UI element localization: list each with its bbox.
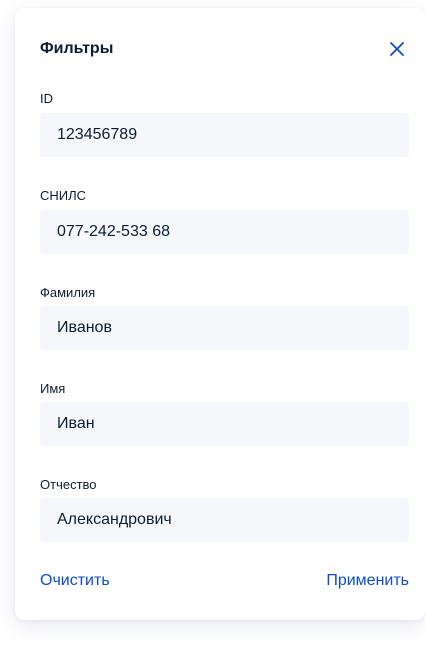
last-name-label: Фамилия: [40, 285, 96, 300]
first-name-field[interactable]: [40, 402, 409, 446]
id-label: ID: [40, 91, 53, 106]
id-field[interactable]: [40, 113, 409, 157]
close-icon[interactable]: [390, 42, 404, 56]
snils-label: СНИЛС: [40, 188, 87, 203]
panel-header: Фильтры: [40, 38, 425, 60]
filters-panel: Фильтры ID СНИЛС Фамилия Имя Отчество Оч…: [15, 8, 425, 620]
patronymic-field[interactable]: [40, 498, 409, 542]
snils-field[interactable]: [40, 210, 409, 254]
panel-title: Фильтры: [40, 40, 114, 57]
patronymic-label: Отчество: [40, 477, 97, 492]
last-name-field[interactable]: [40, 306, 409, 350]
close-button[interactable]: [387, 39, 407, 59]
first-name-label: Имя: [40, 381, 66, 396]
apply-button[interactable]: Применить: [326, 571, 409, 591]
clear-button[interactable]: Очистить: [40, 571, 110, 591]
